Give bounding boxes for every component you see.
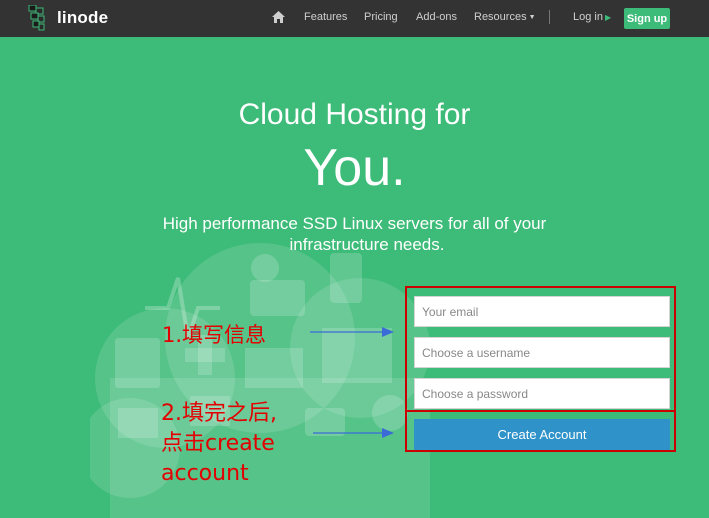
linode-logo[interactable]: linode <box>27 4 117 32</box>
create-account-button[interactable]: Create Account <box>414 419 670 450</box>
nav-divider <box>549 10 550 24</box>
hero-subtitle-line2: infrastructure needs. <box>289 235 445 254</box>
password-field[interactable] <box>414 378 670 409</box>
hero-subtitle: High performance SSD Linux servers for a… <box>0 213 709 255</box>
linode-logo-icon <box>28 5 45 31</box>
annotation-arrow-1 <box>310 327 394 337</box>
chevron-right-icon: ▶ <box>604 13 612 22</box>
nav-resources-dropdown[interactable]: Resources ▼ <box>474 11 536 23</box>
hero-title-line1: Cloud Hosting for <box>238 98 471 131</box>
annotation-step2-line3: account <box>161 461 249 486</box>
home-icon[interactable] <box>272 11 285 23</box>
annotation-arrow-2 <box>313 428 394 438</box>
nav-login-label: Log in <box>573 11 603 23</box>
annotation-step2: 2.填完之后, 点击create account <box>161 399 277 489</box>
nav-addons-link[interactable]: Add-ons <box>416 11 457 23</box>
caret-down-icon: ▼ <box>528 14 536 21</box>
nav-pricing-link[interactable]: Pricing <box>364 11 398 23</box>
nav-login-link[interactable]: Log in ▶ <box>573 11 611 23</box>
brand-name: linode <box>57 8 109 27</box>
hero-title-line2: You. <box>303 139 406 197</box>
hero-subtitle-line1: High performance SSD Linux servers for a… <box>162 214 547 233</box>
highlight-box-divider <box>405 410 676 412</box>
annotation-step1: 1.填写信息 <box>162 323 267 347</box>
top-navbar: linode Features Pricing Add-ons Resource… <box>0 0 709 37</box>
nav-resources-label: Resources <box>474 11 527 23</box>
signup-button[interactable]: Sign up <box>624 8 670 29</box>
nav-features-link[interactable]: Features <box>304 11 347 23</box>
email-field[interactable] <box>414 296 670 327</box>
username-field[interactable] <box>414 337 670 368</box>
annotation-step2-line1: 2.填完之后, <box>161 401 277 426</box>
annotation-step2-line2: 点击create <box>161 431 275 456</box>
